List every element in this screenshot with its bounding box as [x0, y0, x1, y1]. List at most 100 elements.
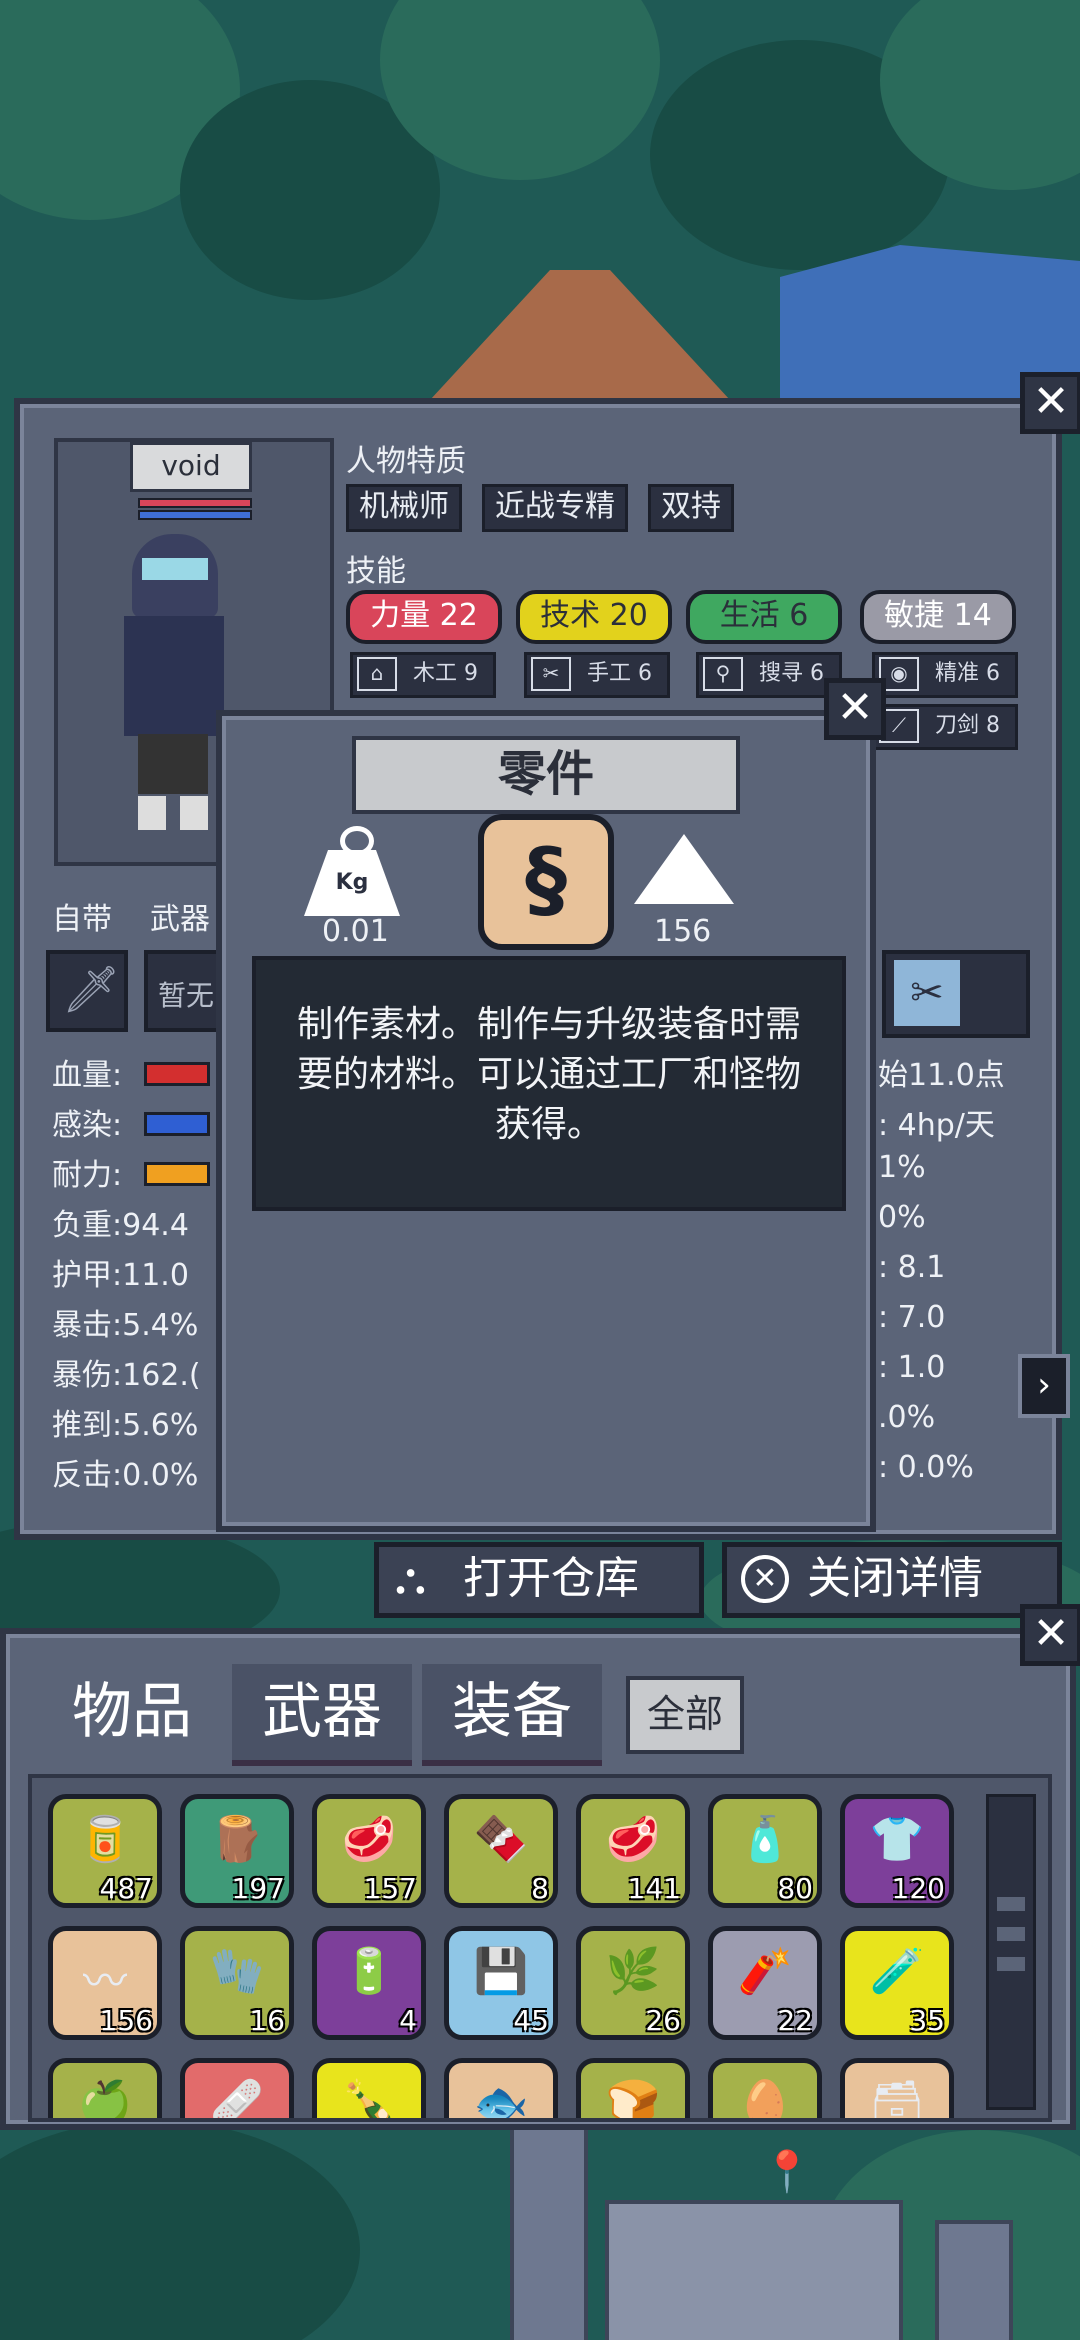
house-icon: ⌂	[357, 657, 397, 691]
health-bar	[144, 1062, 210, 1086]
storage-icon: ⛬	[395, 1553, 426, 1604]
trait-tag[interactable]: 近战专精	[482, 484, 628, 532]
weapon-slot-text: 暂无	[158, 979, 215, 1012]
stat-row: 推到:5.6%	[52, 1400, 198, 1444]
stat-label: 暴伤:	[52, 1358, 123, 1393]
item-count: 156	[654, 914, 712, 949]
skill-strength[interactable]: 力量 22	[346, 590, 502, 644]
inventory-item[interactable]: 🥩 157	[312, 1794, 426, 1908]
item-count: 45	[513, 2004, 549, 2037]
carry-label: 自带	[52, 902, 112, 937]
item-glyph-icon: 🧤	[209, 1946, 265, 1997]
stat-value: 5.6%	[122, 1408, 199, 1443]
subskill-precision[interactable]: ◉ 精准 6	[872, 652, 1018, 698]
item-glyph-icon: 🥫	[77, 1814, 133, 1865]
inventory-scrollbar[interactable]	[986, 1794, 1036, 2110]
item-glyph-icon: 🧴	[737, 1814, 793, 1865]
inventory-item[interactable]: 🍏	[48, 2058, 162, 2122]
stat-label: 反击:	[52, 1458, 123, 1493]
inventory-item[interactable]: 🧨 22	[708, 1926, 822, 2040]
stat-right-value: 始11.0点	[878, 1058, 1005, 1093]
inventory-item[interactable]: 🐟	[444, 2058, 558, 2118]
character-panel-close-button[interactable]: ✕	[1020, 372, 1080, 434]
inventory-item[interactable]: 🍾	[312, 2058, 426, 2122]
stat-label: 护甲:	[52, 1258, 123, 1293]
item-name: 零件	[352, 736, 740, 814]
character-name: void	[130, 442, 252, 492]
subskill-carpentry[interactable]: ⌂ 木工 9	[350, 652, 496, 698]
item-count: 487	[99, 1872, 153, 1905]
right-equip-slot[interactable]: ✂	[882, 950, 1030, 1038]
filter-all-button[interactable]: 全部	[626, 1676, 744, 1754]
stat-label: 推到:	[52, 1408, 123, 1443]
close-detail-button[interactable]: ✕ 关闭详情	[722, 1542, 1062, 1618]
inventory-item[interactable]: 🔋 4	[312, 1926, 426, 2040]
close-circle-icon: ✕	[741, 1555, 789, 1603]
stamina-bar	[144, 1162, 210, 1186]
inventory-item[interactable]: 🧪 35	[840, 1926, 954, 2040]
tab-weapons[interactable]: 武器	[232, 1664, 412, 1766]
subskill-search[interactable]: ⚲ 搜寻 6	[696, 652, 842, 698]
inventory-item[interactable]: 🌿 26	[576, 1926, 690, 2040]
item-glyph-icon: 🥩	[341, 1814, 397, 1865]
item-glyph-icon: 💾	[473, 1946, 529, 1997]
item-count: 120	[891, 1872, 945, 1905]
trait-tag[interactable]: 机械师	[346, 484, 462, 532]
tab-equipment[interactable]: 装备	[422, 1664, 602, 1766]
item-count: 4	[399, 2004, 417, 2037]
stat-label: 负重:	[52, 1208, 123, 1243]
item-detail-close-button[interactable]: ✕	[824, 678, 886, 740]
stat-right-value: : 8.1	[878, 1250, 946, 1285]
item-grid: 🥫 487 🪵 197 🥩 157 🍫 8 🥩 141 🧴 80 👕 120 〰 156 🧤 16 🔋 4 💾 45 🌿 26…	[28, 1774, 1052, 2122]
inventory-close-button[interactable]: ✕	[1020, 1604, 1080, 1666]
inventory-item[interactable]: 🪵 197	[180, 1794, 294, 1908]
subskill-blade[interactable]: ⟋ 刀剑 8	[872, 704, 1018, 750]
tab-items[interactable]: 物品	[42, 1664, 222, 1766]
item-glyph-icon: 🍾	[341, 2078, 397, 2122]
health-mini-bar	[138, 498, 252, 508]
stat-label: 暴击:	[52, 1308, 123, 1343]
inventory-item[interactable]: 👕 120	[840, 1794, 954, 1908]
open-storage-button[interactable]: ⛬ 打开仓库	[374, 1542, 704, 1618]
item-count: 8	[531, 1872, 549, 1905]
skill-life[interactable]: 生活 6	[686, 590, 842, 644]
item-count: 157	[363, 1872, 417, 1905]
item-glyph-icon: 🔋	[341, 1946, 397, 1997]
next-page-arrow-icon[interactable]: ›	[1018, 1354, 1070, 1418]
inventory-item[interactable]: 🍞	[576, 2058, 690, 2118]
inventory-item[interactable]: 💾 45	[444, 1926, 558, 2040]
stat-right-value: 1%	[878, 1150, 926, 1185]
inventory-item[interactable]: 🧴 80	[708, 1794, 822, 1908]
item-count: 197	[231, 1872, 285, 1905]
skills-title: 技能	[346, 554, 406, 589]
stat-label: 耐力:	[52, 1158, 123, 1193]
inventory-item[interactable]: 🥚	[708, 2058, 822, 2118]
inventory-item[interactable]: 🧤 16	[180, 1926, 294, 2040]
inventory-item[interactable]: 🩹	[180, 2058, 294, 2118]
item-glyph-icon: 〰	[83, 1956, 127, 2007]
item-count: 35	[909, 2004, 945, 2037]
item-glyph-icon: 🍫	[473, 1814, 529, 1865]
inventory-item[interactable]: 🗃	[840, 2058, 954, 2118]
stat-right-value: : 7.0	[878, 1300, 946, 1335]
item-weight: 0.01	[322, 914, 389, 949]
inventory-item[interactable]: 🥩 141	[576, 1794, 690, 1908]
skill-tech[interactable]: 技术 20	[516, 590, 672, 644]
inventory-item[interactable]: 〰 156	[48, 1926, 162, 2040]
carry-slot[interactable]: 🗡	[46, 950, 128, 1032]
stat-row: 反击:0.0%	[52, 1450, 198, 1494]
skill-agility[interactable]: 敏捷 14	[860, 590, 1016, 644]
item-glyph-icon: 🍏	[77, 2078, 133, 2122]
item-detail-modal: 零件 Kg 0.01 § 156 制作素材。制作与升级装备时需 要的材料。可以通…	[216, 710, 876, 1532]
item-count: 141	[627, 1872, 681, 1905]
stat-right-value: : 0.0%	[878, 1450, 974, 1485]
item-glyph-icon: 👕	[869, 1814, 925, 1865]
stat-value: 11.0	[122, 1258, 189, 1293]
traits-title: 人物特质	[346, 444, 466, 479]
subskill-crafting[interactable]: ✂ 手工 6	[524, 652, 670, 698]
inventory-item[interactable]: 🥫 487	[48, 1794, 162, 1908]
inventory-item[interactable]: 🍫 8	[444, 1794, 558, 1908]
item-glyph-icon: 🌿	[605, 1946, 661, 1997]
trait-tag[interactable]: 双持	[648, 484, 734, 532]
stat-value: 0.0%	[122, 1458, 199, 1493]
